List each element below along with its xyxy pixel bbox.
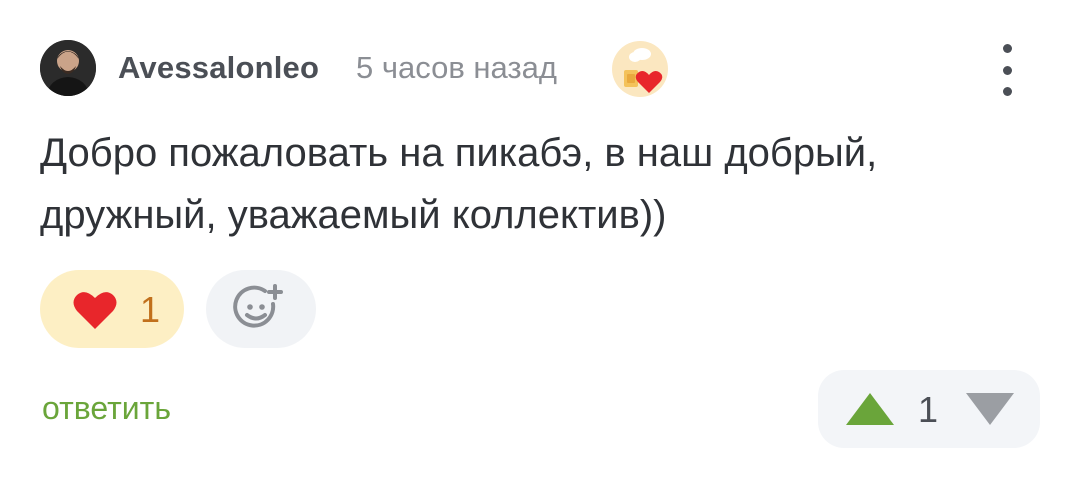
- comment-text: Добро пожаловать на пикабэ, в наш добрый…: [40, 131, 878, 237]
- avatar[interactable]: [40, 40, 96, 96]
- rating-score: 1: [918, 389, 939, 430]
- author-name[interactable]: Avessalonleo: [118, 50, 319, 86]
- rating-control: 1: [818, 370, 1040, 448]
- more-icon[interactable]: [990, 44, 1024, 96]
- heart-icon: [73, 292, 117, 329]
- comment: Avessalonleo 5 часов назад Добро пожалов…: [0, 0, 1080, 478]
- comment-header: Avessalonleo 5 часов назад: [40, 40, 1040, 98]
- comment-time: 5 часов назад: [356, 50, 557, 85]
- upvote-icon[interactable]: [846, 393, 894, 425]
- downvote-icon[interactable]: [966, 393, 1014, 425]
- like-count: 1: [140, 289, 161, 330]
- community-badge-icon[interactable]: [611, 40, 669, 98]
- add-reaction-button[interactable]: [206, 270, 316, 348]
- like-reaction-button[interactable]: 1: [40, 270, 184, 348]
- add-reaction-icon: [233, 284, 283, 328]
- reply-link[interactable]: ответить: [42, 390, 171, 427]
